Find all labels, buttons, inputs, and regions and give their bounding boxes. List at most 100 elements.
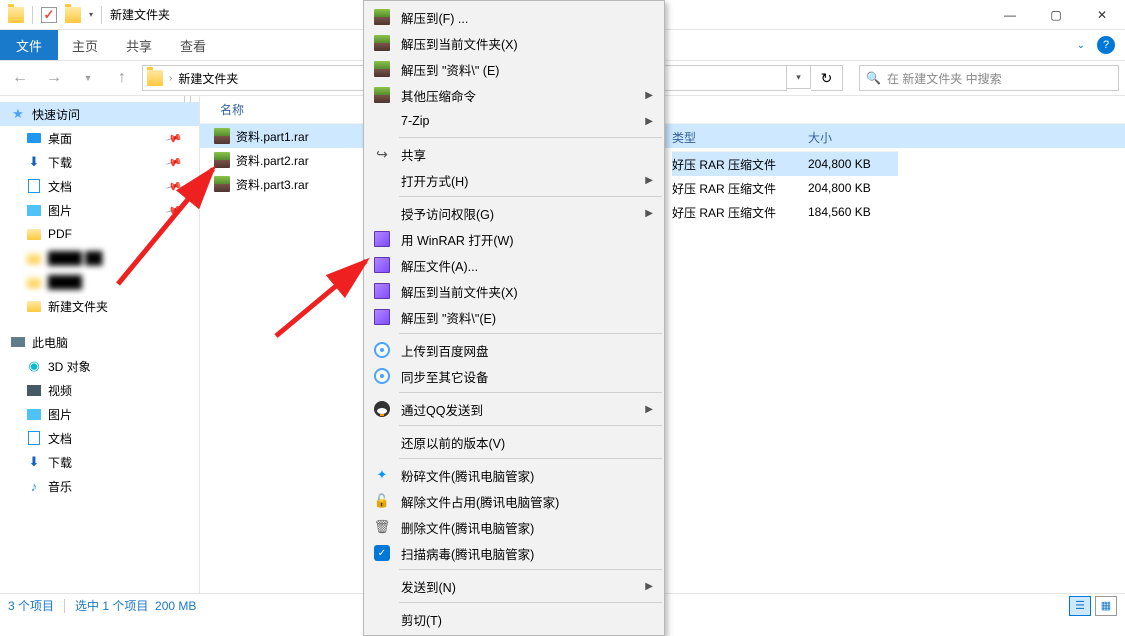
file-type: 好压 RAR 压缩文件	[672, 204, 808, 221]
file-size: 184,560 KB	[808, 205, 898, 219]
nav-downloads2[interactable]: ⬇下载	[0, 450, 199, 474]
nav-this-pc[interactable]: 此电脑	[0, 330, 199, 354]
file-size: 204,800 KB	[808, 157, 898, 171]
context-menu-label: 同步至其它设备	[401, 367, 489, 386]
ribbon-tab-view[interactable]: 查看	[166, 30, 220, 60]
refresh-button[interactable]: ↻	[811, 65, 843, 91]
nav-new-folder[interactable]: 新建文件夹	[0, 294, 199, 318]
context-menu-item[interactable]: 🔓解除文件占用(腾讯电脑管家)	[365, 488, 663, 514]
nav-desktop[interactable]: 桌面📌	[0, 126, 199, 150]
file-type: 好压 RAR 压缩文件	[672, 180, 808, 197]
nav-pictures2[interactable]: 图片	[0, 402, 199, 426]
blank-icon	[373, 171, 391, 189]
qq-icon	[373, 400, 391, 418]
3d-icon: ◉	[26, 358, 42, 374]
pc-icon	[11, 337, 25, 347]
context-menu-item[interactable]: 解压到当前文件夹(X)	[365, 278, 663, 304]
shield-icon	[373, 544, 391, 562]
annotation-arrow	[108, 164, 228, 297]
context-menu-label: 删除文件(腾讯电脑管家)	[401, 518, 534, 537]
file-detail-row[interactable]: 好压 RAR 压缩文件 204,800 KB	[672, 176, 898, 200]
context-menu-item[interactable]: 发送到(N)▶	[365, 573, 663, 599]
context-menu-label: 共享	[401, 145, 426, 164]
minimize-button[interactable]: —	[987, 0, 1033, 30]
context-menu-item[interactable]: 用 WinRAR 打开(W)	[365, 226, 663, 252]
search-placeholder: 在 新建文件夹 中搜索	[887, 70, 1002, 87]
baidu-icon	[373, 367, 391, 385]
status-selected: 选中 1 个项目	[75, 597, 148, 614]
nav-documents2[interactable]: 文档	[0, 426, 199, 450]
context-menu-item[interactable]: 其他压缩命令▶	[365, 82, 663, 108]
context-menu-separator	[399, 458, 662, 459]
context-menu-item[interactable]: 打开方式(H) ▶	[365, 167, 663, 193]
qat-open-icon[interactable]	[65, 7, 81, 23]
rar-icon	[373, 60, 391, 78]
submenu-arrow-icon: ▶	[645, 404, 653, 415]
tx-icon: ✦	[373, 466, 391, 484]
submenu-arrow-icon: ▶	[645, 175, 653, 186]
context-menu-separator	[399, 137, 662, 138]
context-menu-item[interactable]: 还原以前的版本(V)	[365, 429, 663, 455]
qat-dropdown-icon[interactable]: ▾	[89, 10, 93, 19]
context-menu-item[interactable]: 解压到当前文件夹(X)	[365, 30, 663, 56]
nav-forward-button[interactable]: →	[40, 64, 68, 92]
context-menu-item[interactable]: 7-Zip▶	[365, 108, 663, 134]
context-menu-item[interactable]: 解压到(F) ...	[365, 4, 663, 30]
pictures-icon	[27, 409, 41, 420]
search-input[interactable]: 🔍 在 新建文件夹 中搜索	[859, 65, 1119, 91]
ribbon-collapse-icon[interactable]: ⌄	[1077, 40, 1085, 51]
ribbon-tab-share[interactable]: 共享	[112, 30, 166, 60]
context-menu-label: 打开方式(H)	[401, 171, 468, 190]
context-menu-separator	[399, 602, 662, 603]
view-icons-button[interactable]: ▦	[1095, 596, 1117, 616]
context-menu-separator	[399, 392, 662, 393]
column-size[interactable]: 大小	[808, 129, 898, 146]
context-menu-label: 授予访问权限(G)	[401, 204, 494, 223]
context-menu-item[interactable]: 解压到 "资料\" (E)	[365, 56, 663, 82]
winrar-icon	[373, 230, 391, 248]
nav-back-button[interactable]: ←	[6, 64, 34, 92]
context-menu-item[interactable]: 同步至其它设备	[365, 363, 663, 389]
context-menu: 解压到(F) ...解压到当前文件夹(X)解压到 "资料\" (E)其他压缩命令…	[363, 0, 665, 636]
rar-icon	[373, 86, 391, 104]
nav-3d-objects[interactable]: ◉3D 对象	[0, 354, 199, 378]
close-button[interactable]: ✕	[1079, 0, 1125, 30]
ribbon-file-tab[interactable]: 文件	[0, 30, 58, 60]
breadcrumb-sep-icon[interactable]: ›	[169, 73, 172, 84]
context-menu-item[interactable]: 通过QQ发送到▶	[365, 396, 663, 422]
context-menu-item[interactable]: 上传到百度网盘	[365, 337, 663, 363]
context-menu-label: 解压到(F) ...	[401, 8, 468, 27]
file-detail-row[interactable]: 好压 RAR 压缩文件 204,800 KB	[672, 152, 898, 176]
context-menu-item[interactable]: 剪切(T)	[365, 606, 663, 632]
nav-music[interactable]: ♪音乐	[0, 474, 199, 498]
address-dropdown[interactable]: ▾	[787, 65, 811, 89]
column-type[interactable]: 类型	[672, 129, 808, 146]
context-menu-label: 剪切(T)	[401, 610, 442, 629]
context-menu-item[interactable]: 🗑删除文件(腾讯电脑管家)	[365, 514, 663, 540]
video-icon	[27, 385, 41, 396]
breadcrumb-current[interactable]: 新建文件夹	[178, 70, 238, 87]
star-icon: ★	[10, 106, 26, 122]
context-menu-item[interactable]: 扫描病毒(腾讯电脑管家)	[365, 540, 663, 566]
ribbon-tab-home[interactable]: 主页	[58, 30, 112, 60]
help-icon[interactable]: ?	[1097, 36, 1115, 54]
maximize-button[interactable]: ▢	[1033, 0, 1079, 30]
blank-icon	[373, 433, 391, 451]
nav-up-button[interactable]: ↑	[108, 64, 136, 92]
qat-properties-icon[interactable]: ✓	[41, 7, 57, 23]
file-detail-row[interactable]: 好压 RAR 压缩文件 184,560 KB	[672, 200, 898, 224]
context-menu-item[interactable]: 解压到 "资料\"(E)	[365, 304, 663, 330]
context-menu-label: 解除文件占用(腾讯电脑管家)	[401, 492, 559, 511]
context-menu-label: 7-Zip	[401, 114, 429, 128]
context-menu-item[interactable]: 授予访问权限(G)▶	[365, 200, 663, 226]
folder-icon	[8, 7, 24, 23]
context-menu-label: 用 WinRAR 打开(W)	[401, 230, 514, 249]
context-menu-item[interactable]: ✦粉碎文件(腾讯电脑管家)	[365, 462, 663, 488]
context-menu-item[interactable]: 解压文件(A)...	[365, 252, 663, 278]
rar-icon	[373, 8, 391, 26]
nav-videos[interactable]: 视频	[0, 378, 199, 402]
nav-quick-access[interactable]: ★ 快速访问	[0, 102, 199, 126]
context-menu-item[interactable]: ↪共享	[365, 141, 663, 167]
view-details-button[interactable]: ☰	[1069, 596, 1091, 616]
nav-recent-dropdown[interactable]: ▾	[74, 64, 102, 92]
